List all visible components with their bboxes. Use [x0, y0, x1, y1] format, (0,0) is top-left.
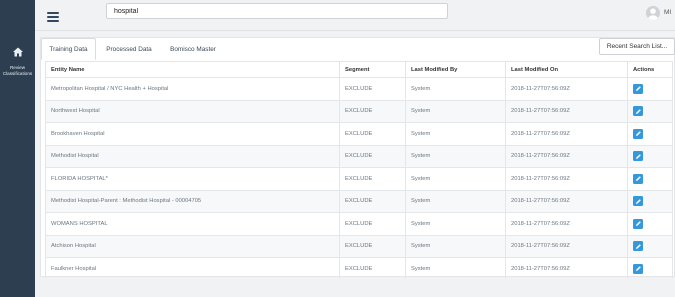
cell-actions — [627, 99, 673, 123]
edit-button[interactable] — [633, 128, 643, 139]
table-header-row: Entity Name Segment Last Modified By Las… — [45, 61, 673, 78]
main-panel: Training Data Processed Data Bomisco Mas… — [40, 37, 675, 281]
cell-segment: EXCLUDE — [339, 99, 406, 123]
cell-segment: EXCLUDE — [339, 77, 406, 101]
home-icon — [12, 44, 24, 63]
table-row: Faulkner Hospital EXCLUDE System 2018-11-27… — [45, 257, 673, 281]
cell-segment: EXCLUDE — [339, 257, 406, 281]
tab-training-data[interactable]: Training Data — [41, 38, 96, 60]
cell-entity-name: Methodist Hospital — [45, 144, 340, 168]
edit-button[interactable] — [633, 173, 643, 184]
cell-last-modified-on: 2018-11-27T07:56:09Z — [505, 234, 628, 258]
edit-button[interactable] — [633, 151, 643, 162]
cell-actions — [627, 167, 673, 191]
cell-segment: EXCLUDE — [339, 189, 406, 213]
column-header-last-modified-on[interactable]: Last Modified On — [505, 61, 628, 78]
cell-actions — [627, 234, 673, 258]
cell-entity-name: Northwest Hospital — [45, 99, 340, 123]
cell-entity-name: Metropolitan Hospital / NYC Health + Hos… — [45, 77, 340, 101]
sidebar-item-review-classifications[interactable]: Review Classifications — [0, 44, 35, 78]
table-row: Northwest Hospital EXCLUDE System 2018-11-2… — [45, 99, 673, 123]
menu-icon[interactable] — [47, 12, 59, 22]
cell-actions — [627, 212, 673, 236]
edit-button[interactable] — [633, 106, 643, 117]
cell-last-modified-by: System — [405, 189, 506, 213]
cell-segment: EXCLUDE — [339, 122, 406, 146]
cell-last-modified-by: System — [405, 212, 506, 236]
tab-bar: Training Data Processed Data Bomisco Mas… — [41, 38, 675, 60]
cell-last-modified-on: 2018-11-27T07:56:09Z — [505, 212, 628, 236]
cell-last-modified-by: System — [405, 234, 506, 258]
cell-segment: EXCLUDE — [339, 212, 406, 236]
column-header-entity-name[interactable]: Entity Name — [45, 61, 340, 78]
pencil-icon — [635, 131, 641, 137]
cell-last-modified-on: 2018-11-27T07:56:09Z — [505, 189, 628, 213]
pencil-icon — [635, 243, 641, 249]
cell-last-modified-on: 2018-11-27T07:56:09Z — [505, 257, 628, 281]
cell-last-modified-on: 2018-11-27T07:56:09Z — [505, 167, 628, 191]
cell-last-modified-by: System — [405, 257, 506, 281]
cell-last-modified-on: 2018-11-27T07:56:09Z — [505, 99, 628, 123]
cell-entity-name: Faulkner Hospital — [45, 257, 340, 281]
edit-button[interactable] — [633, 241, 643, 252]
cell-last-modified-on: 2018-11-27T07:56:09Z — [505, 122, 628, 146]
cell-segment: EXCLUDE — [339, 167, 406, 191]
pencil-icon — [635, 108, 641, 114]
cell-actions — [627, 257, 673, 281]
tab-processed-data[interactable]: Processed Data — [99, 38, 159, 60]
cell-entity-name: Brookhaven Hospital — [45, 122, 340, 146]
table-row: Brookhaven Hospital EXCLUDE System 2018-11-… — [45, 122, 673, 146]
cell-last-modified-by: System — [405, 122, 506, 146]
cell-segment: EXCLUDE — [339, 234, 406, 258]
pencil-icon — [635, 266, 641, 272]
data-table: Entity Name Segment Last Modified By Las… — [45, 61, 673, 281]
table-row: Methodist Hospital EXCLUDE System 2018-11-2… — [45, 144, 673, 168]
cell-last-modified-by: System — [405, 77, 506, 101]
cell-last-modified-by: System — [405, 99, 506, 123]
pencil-icon — [635, 221, 641, 227]
pencil-icon — [635, 176, 641, 182]
edit-button[interactable] — [633, 263, 643, 274]
pencil-icon — [635, 153, 641, 159]
edit-button[interactable] — [633, 196, 643, 207]
column-header-last-modified-by[interactable]: Last Modified By — [405, 61, 506, 78]
cell-entity-name: Atchison Hospital — [45, 234, 340, 258]
tab-bomisco-master[interactable]: Bomisco Master — [164, 38, 222, 60]
cell-actions — [627, 144, 673, 168]
column-header-actions: Actions — [627, 61, 673, 78]
cell-last-modified-on: 2018-11-27T07:56:09Z — [505, 77, 628, 101]
cell-last-modified-by: System — [405, 144, 506, 168]
cell-actions — [627, 189, 673, 213]
edit-button[interactable] — [633, 218, 643, 229]
cell-actions — [627, 122, 673, 146]
cell-entity-name: Methodist Hospital-Parent : Methodist Ho… — [45, 189, 340, 213]
page-footer-space — [35, 278, 675, 297]
table-row: Methodist Hospital-Parent : Methodist Ho… — [45, 189, 673, 213]
cell-last-modified-on: 2018-11-27T07:56:09Z — [505, 144, 628, 168]
top-bar: MI — [35, 0, 675, 31]
pencil-icon — [635, 198, 641, 204]
cell-entity-name: FLORIDA HOSPITAL* — [45, 167, 340, 191]
sidebar-item-label: Review Classifications — [2, 65, 33, 76]
recent-search-list-button[interactable]: Recent Search List... — [599, 38, 675, 55]
cell-entity-name: WOMANS HOSPITAL — [45, 212, 340, 236]
edit-button[interactable] — [633, 83, 643, 94]
cell-segment: EXCLUDE — [339, 144, 406, 168]
table-row: WOMANS HOSPITAL EXCLUDE System 2018-11-27T0… — [45, 212, 673, 236]
cell-last-modified-by: System — [405, 167, 506, 191]
search-input[interactable] — [106, 3, 448, 19]
pencil-icon — [635, 86, 641, 92]
table-row: Atchison Hospital EXCLUDE System 2018-11-27… — [45, 234, 673, 258]
table-row: Metropolitan Hospital / NYC Health + Hos… — [45, 77, 673, 101]
user-name[interactable]: MI — [664, 9, 671, 16]
table-row: FLORIDA HOSPITAL* EXCLUDE System 2018-11-27… — [45, 167, 673, 191]
column-header-segment[interactable]: Segment — [339, 61, 406, 78]
sidebar: Review Classifications — [0, 0, 35, 297]
cell-actions — [627, 77, 673, 101]
avatar[interactable] — [646, 6, 660, 20]
